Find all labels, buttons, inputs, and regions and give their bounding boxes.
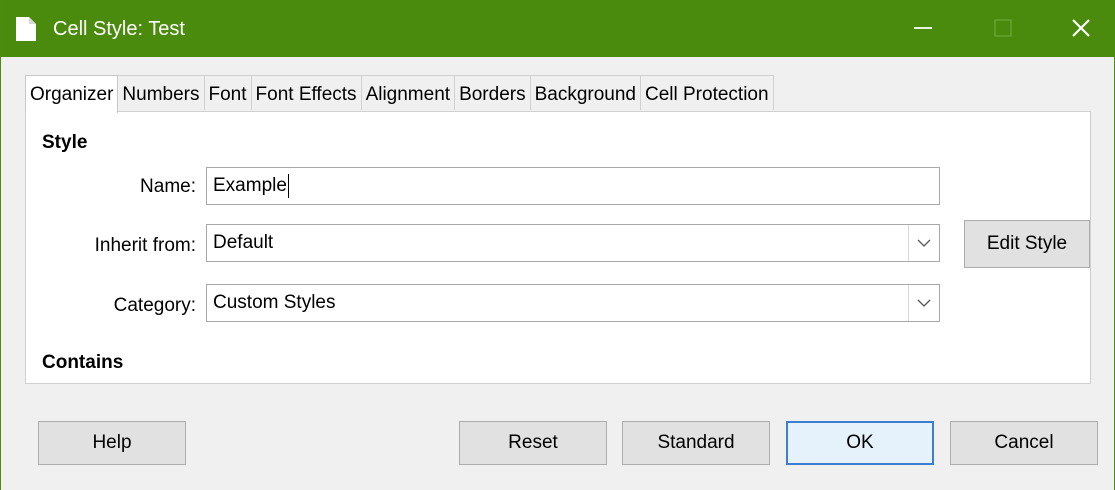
- title-bar: Cell Style: Test: [1, 0, 1115, 57]
- name-field[interactable]: Example: [206, 167, 940, 205]
- tab-numbers[interactable]: Numbers: [117, 75, 205, 110]
- standard-button[interactable]: Standard: [622, 421, 770, 465]
- inherit-from-dropdown[interactable]: Default: [206, 224, 940, 262]
- help-button[interactable]: Help: [38, 421, 186, 465]
- tab-cell-protection[interactable]: Cell Protection: [640, 75, 774, 110]
- chevron-down-icon[interactable]: [908, 225, 939, 261]
- text-cursor: [287, 173, 289, 198]
- tab-alignment[interactable]: Alignment: [360, 75, 456, 110]
- category-dropdown[interactable]: Custom Styles: [206, 284, 940, 322]
- contains-heading: Contains: [42, 352, 124, 373]
- dialog-window: Cell Style: Test Organizer Numbers Font …: [0, 0, 1115, 490]
- tab-font[interactable]: Font: [203, 75, 252, 110]
- edit-style-button[interactable]: Edit Style: [964, 220, 1090, 268]
- chevron-down-icon[interactable]: [908, 285, 939, 321]
- close-icon[interactable]: [1063, 12, 1099, 44]
- category-value: Custom Styles: [213, 292, 336, 313]
- organizer-panel: Style Name: Example Inherit from: Defaul…: [25, 111, 1091, 384]
- maximize-icon[interactable]: [985, 12, 1021, 44]
- window-title: Cell Style: Test: [53, 18, 185, 40]
- reset-button[interactable]: Reset: [459, 421, 607, 465]
- ok-button[interactable]: OK: [786, 421, 934, 465]
- document-icon: [15, 16, 37, 42]
- minimize-icon[interactable]: [905, 12, 941, 44]
- inherit-from-value: Default: [213, 232, 274, 253]
- name-value: Example: [213, 175, 287, 196]
- style-heading: Style: [42, 132, 88, 153]
- tab-background[interactable]: Background: [529, 75, 641, 110]
- inherit-from-label: Inherit from:: [94, 235, 196, 256]
- tab-font-effects[interactable]: Font Effects: [250, 75, 362, 110]
- name-label: Name:: [140, 176, 196, 197]
- category-label: Category:: [113, 295, 196, 316]
- tab-organizer[interactable]: Organizer: [25, 75, 119, 113]
- tab-borders[interactable]: Borders: [454, 75, 531, 110]
- cancel-button[interactable]: Cancel: [950, 421, 1098, 465]
- tab-bar: Organizer Numbers Font Font Effects Alig…: [25, 75, 774, 113]
